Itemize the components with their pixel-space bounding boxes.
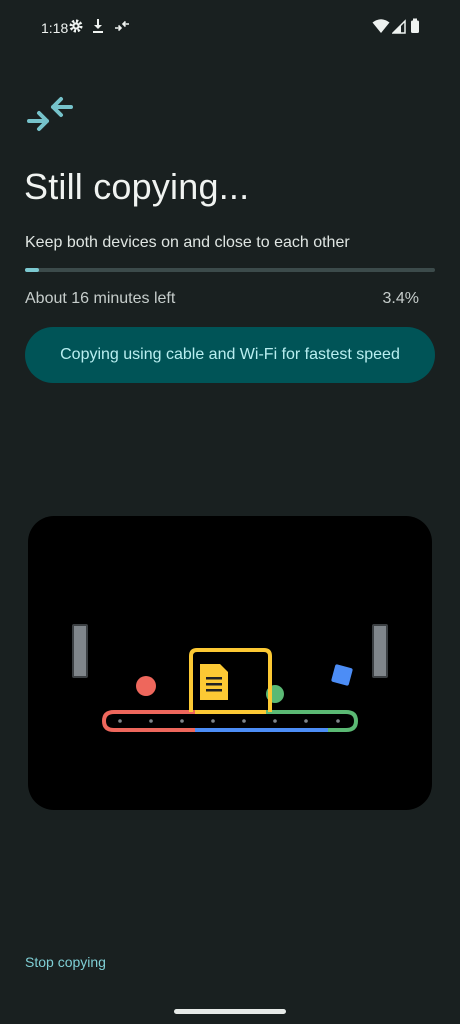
status-time: 1:18 [41,20,69,36]
copy-illustration [28,516,432,810]
red-circle-item [136,676,156,696]
signal-icon [392,19,406,34]
page-title: Still copying... [24,166,250,207]
left-device-shape [72,624,88,678]
page-subtitle: Keep both devices on and close to each o… [25,234,350,251]
battery-icon [411,18,419,33]
progress-fill [25,268,39,272]
belt-dots [118,719,340,723]
conveyor-belt-illustration [72,624,388,732]
right-device-shape [372,624,388,678]
navigation-handle[interactable] [174,1009,286,1014]
wifi-icon [372,19,390,33]
transfer-arrows-icon [27,97,73,131]
transfer-arrows-icon [115,20,129,32]
progress-percent: 3.4% [382,290,419,307]
progress-bar [25,268,435,272]
settings-gear-icon [69,19,83,33]
status-bar: 1:18 [0,0,460,56]
download-icon [93,19,103,33]
document-item [200,664,228,700]
connection-info-chip: Copying using cable and Wi-Fi for fastes… [25,327,435,383]
connection-info-text: Copying using cable and Wi-Fi for fastes… [60,346,400,363]
stop-copying-button[interactable]: Stop copying [25,954,106,970]
time-remaining: About 16 minutes left [25,290,176,307]
blue-square-item [331,664,353,686]
